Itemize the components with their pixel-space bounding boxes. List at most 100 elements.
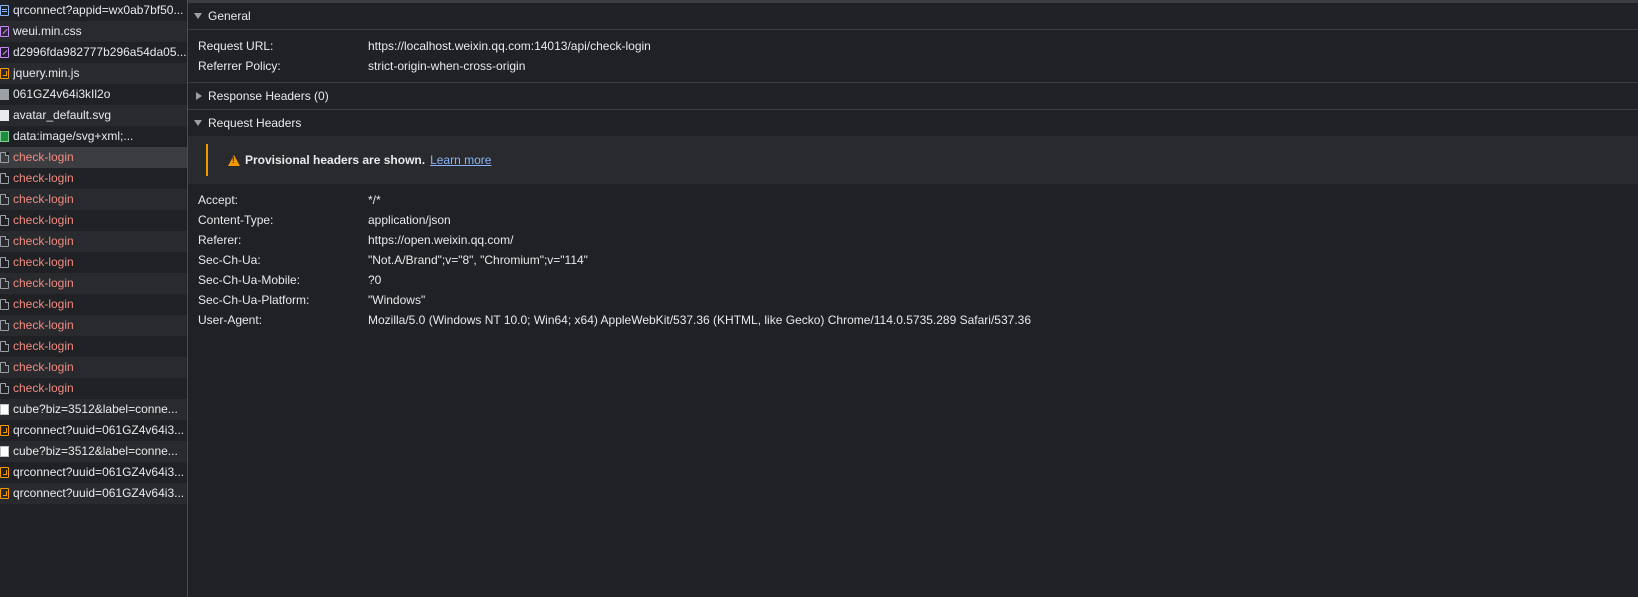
script-icon <box>0 425 9 436</box>
ping-icon <box>0 404 9 415</box>
request-name: check-login <box>13 213 74 227</box>
general-fields: Request URL: https://localhost.weixin.qq… <box>188 30 1638 82</box>
request-row[interactable]: cube?biz=3512&label=conne... <box>0 441 187 462</box>
request-row[interactable]: check-login <box>0 252 187 273</box>
fetch-icon <box>0 278 9 289</box>
fetch-icon <box>0 299 9 310</box>
request-headers-section-header[interactable]: Request Headers <box>188 110 1638 136</box>
request-row[interactable]: check-login <box>0 147 187 168</box>
fetch-icon <box>0 236 9 247</box>
response-headers-title: Response Headers (0) <box>208 89 329 103</box>
request-name: qrconnect?uuid=061GZ4v64i3... <box>13 423 185 437</box>
request-row[interactable]: check-login <box>0 336 187 357</box>
field-value: strict-origin-when-cross-origin <box>368 59 526 73</box>
collapse-triangle-icon <box>196 92 202 100</box>
request-row[interactable]: check-login <box>0 273 187 294</box>
request-name: qrconnect?uuid=061GZ4v64i3... <box>13 486 185 500</box>
header-key: Referer: <box>198 233 242 247</box>
request-name: check-login <box>13 297 74 311</box>
request-name: qrconnect?appid=wx0ab7bf50... <box>13 3 184 17</box>
request-row[interactable]: check-login <box>0 357 187 378</box>
header-value: */* <box>368 193 381 207</box>
request-header-row: Accept: */* <box>188 190 1638 210</box>
request-name: qrconnect?uuid=061GZ4v64i3... <box>13 465 185 479</box>
header-key: Accept: <box>198 193 239 207</box>
fetch-icon <box>0 152 9 163</box>
request-name: check-login <box>13 171 74 185</box>
learn-more-link[interactable]: Learn more <box>430 153 491 167</box>
request-name: check-login <box>13 360 74 374</box>
request-row[interactable]: avatar_default.svg <box>0 105 187 126</box>
ping-icon <box>0 446 9 457</box>
request-header-row: Sec-Ch-Ua-Mobile: ?0 <box>188 270 1638 290</box>
fetch-icon <box>0 173 9 184</box>
script-icon <box>0 488 9 499</box>
stylesheet-icon <box>0 26 9 37</box>
request-header-row: Sec-Ch-Ua-Platform: "Windows" <box>188 290 1638 310</box>
script-icon <box>0 467 9 478</box>
script-icon <box>0 68 9 79</box>
request-row[interactable]: qrconnect?uuid=061GZ4v64i3... <box>0 420 187 441</box>
header-value: "Not.A/Brand";v="8", "Chromium";v="114" <box>368 253 588 267</box>
request-header-row: Sec-Ch-Ua: "Not.A/Brand";v="8", "Chromiu… <box>188 250 1638 270</box>
request-row[interactable]: check-login <box>0 315 187 336</box>
header-key: Sec-Ch-Ua-Platform: <box>198 293 310 307</box>
header-key: Content-Type: <box>198 213 274 227</box>
field-value: https://localhost.weixin.qq.com:14013/ap… <box>368 39 651 53</box>
fetch-icon <box>0 257 9 268</box>
request-name: cube?biz=3512&label=conne... <box>13 402 178 416</box>
request-name: check-login <box>13 318 74 332</box>
request-row[interactable]: check-login <box>0 294 187 315</box>
devtools-network-panel: qrconnect?appid=wx0ab7bf50... weui.min.cs… <box>0 0 1638 597</box>
header-key: Sec-Ch-Ua-Mobile: <box>198 273 301 287</box>
provisional-headers-notice: Provisional headers are shown. Learn mor… <box>188 136 1638 184</box>
request-name: cube?biz=3512&label=conne... <box>13 444 178 458</box>
request-name: jquery.min.js <box>13 66 80 80</box>
request-name: avatar_default.svg <box>13 108 112 122</box>
request-name: check-login <box>13 192 74 206</box>
request-name: d2996fda982777b296a54da05... <box>13 45 187 59</box>
request-row[interactable]: d2996fda982777b296a54da05... <box>0 42 187 63</box>
request-row[interactable]: check-login <box>0 189 187 210</box>
request-row[interactable]: qrconnect?appid=wx0ab7bf50... <box>0 0 187 21</box>
request-header-row: Referer: https://open.weixin.qq.com/ <box>188 230 1638 250</box>
provisional-headers-text: Provisional headers are shown. <box>245 153 426 167</box>
request-row[interactable]: data:image/svg+xml;... <box>0 126 187 147</box>
request-headers-title: Request Headers <box>208 116 302 130</box>
request-row[interactable]: qrconnect?uuid=061GZ4v64i3... <box>0 483 187 504</box>
fetch-icon <box>0 341 9 352</box>
request-header-row: Content-Type: application/json <box>188 210 1638 230</box>
request-header-fields: Accept: */* Content-Type: application/js… <box>188 184 1638 336</box>
warning-icon <box>228 154 240 166</box>
expand-triangle-icon <box>194 13 202 19</box>
request-name: check-login <box>13 276 74 290</box>
request-row[interactable]: weui.min.css <box>0 21 187 42</box>
request-header-row: User-Agent: Mozilla/5.0 (Windows NT 10.0… <box>188 310 1638 330</box>
request-row[interactable]: 061GZ4v64i3kIl2o <box>0 84 187 105</box>
fetch-icon <box>0 215 9 226</box>
header-key: Sec-Ch-Ua: <box>198 253 261 267</box>
general-section-title: General <box>208 9 251 23</box>
request-name: 061GZ4v64i3kIl2o <box>13 87 111 101</box>
request-row[interactable]: qrconnect?uuid=061GZ4v64i3... <box>0 462 187 483</box>
request-row[interactable]: check-login <box>0 168 187 189</box>
image-icon <box>0 89 9 100</box>
general-section-header[interactable]: General <box>188 3 1638 29</box>
header-value: https://open.weixin.qq.com/ <box>368 233 514 247</box>
request-name: check-login <box>13 234 74 248</box>
request-list[interactable]: qrconnect?appid=wx0ab7bf50... weui.min.cs… <box>0 0 188 597</box>
fetch-icon <box>0 362 9 373</box>
response-headers-section-header[interactable]: Response Headers (0) <box>188 83 1638 109</box>
general-row-request-url: Request URL: https://localhost.weixin.qq… <box>188 36 1638 56</box>
request-name: check-login <box>13 255 74 269</box>
request-name: check-login <box>13 381 74 395</box>
request-details-panel: General Request URL: https://localhost.w… <box>188 0 1638 597</box>
general-row-referrer-policy: Referrer Policy: strict-origin-when-cros… <box>188 56 1638 76</box>
document-icon <box>0 5 9 16</box>
request-row[interactable]: check-login <box>0 378 187 399</box>
request-row[interactable]: jquery.min.js <box>0 63 187 84</box>
request-row[interactable]: check-login <box>0 231 187 252</box>
request-row[interactable]: cube?biz=3512&label=conne... <box>0 399 187 420</box>
header-value: Mozilla/5.0 (Windows NT 10.0; Win64; x64… <box>368 313 1031 327</box>
request-row[interactable]: check-login <box>0 210 187 231</box>
